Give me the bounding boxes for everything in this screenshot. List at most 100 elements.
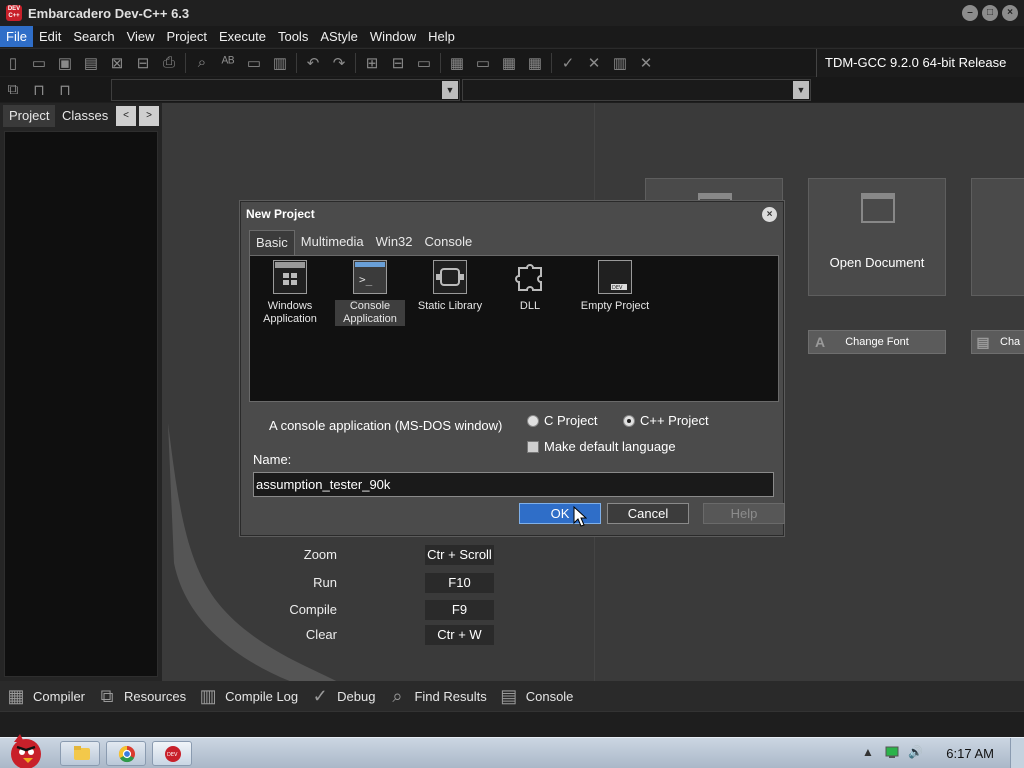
menu-astyle[interactable]: AStyle xyxy=(314,26,364,47)
taskbar: DEV ▲ 🔊 6:17 AM xyxy=(0,734,1024,768)
dock-resources[interactable]: ⧉ Resources xyxy=(91,681,192,711)
dock-console[interactable]: ▤ Console xyxy=(493,681,580,711)
save-icon[interactable]: ▣ xyxy=(52,51,78,75)
tray-expand-icon[interactable]: ▲ xyxy=(862,745,874,759)
minimize-button[interactable]: – xyxy=(962,5,978,21)
goto-line-icon[interactable]: ▭ xyxy=(241,51,267,75)
dll-puzzle-icon xyxy=(513,260,547,294)
shortcut-key: F9 xyxy=(425,600,494,620)
taskbar-devcpp[interactable]: DEV xyxy=(152,741,192,766)
delete-profile-icon[interactable]: ✕ xyxy=(633,51,659,75)
find-icon[interactable]: ⌕ xyxy=(189,51,215,75)
save-all-icon[interactable]: ▤ xyxy=(78,51,104,75)
compiler-select[interactable]: TDM-GCC 9.2.0 64-bit Release xyxy=(816,49,1024,77)
taskbar-chrome[interactable] xyxy=(106,741,146,766)
svg-text:DEV: DEV xyxy=(167,752,178,758)
menu-file[interactable]: File xyxy=(0,26,33,47)
volume-icon[interactable]: 🔊 xyxy=(908,745,923,759)
change-theme-button[interactable]: ▤ Cha xyxy=(971,330,1024,354)
run-icon[interactable]: ▭ xyxy=(470,51,496,75)
chevron-down-icon[interactable]: ▼ xyxy=(793,81,809,99)
static-library-icon xyxy=(433,260,467,294)
tab-win32[interactable]: Win32 xyxy=(370,230,419,254)
project-dll[interactable]: DLL xyxy=(495,260,565,326)
class-combo[interactable]: ▼ xyxy=(111,79,460,101)
project-empty-project[interactable]: DEV Empty Project xyxy=(575,260,655,326)
window-title: Embarcadero Dev-C++ 6.3 xyxy=(28,5,190,21)
menu-window[interactable]: Window xyxy=(364,26,422,47)
toggle-bookmark-icon[interactable]: ⊓ xyxy=(26,78,52,102)
close-all-icon[interactable]: ⊟ xyxy=(130,51,156,75)
dock-debug[interactable]: ✓ Debug xyxy=(304,681,381,711)
stop-execution-icon[interactable]: ✕ xyxy=(581,51,607,75)
tab-multimedia[interactable]: Multimedia xyxy=(295,230,370,254)
dock-compile-log[interactable]: ▥ Compile Log xyxy=(192,681,304,711)
show-desktop-button[interactable] xyxy=(1010,738,1024,768)
tab-project[interactable]: Project xyxy=(3,105,56,127)
maximize-button[interactable]: □ xyxy=(982,5,998,21)
shortcut-key: Ctr + Scroll xyxy=(425,545,494,565)
tab-console[interactable]: Console xyxy=(419,230,479,254)
dock-find-results[interactable]: ⌕ Find Results xyxy=(381,681,492,711)
c-project-radio[interactable]: C Project xyxy=(527,413,597,428)
folder-icon xyxy=(861,193,895,223)
title-bar: DEV C++ Embarcadero Dev-C++ 6.3 – □ × xyxy=(0,0,1024,26)
chevron-down-icon[interactable]: ▼ xyxy=(442,81,458,99)
menu-execute[interactable]: Execute xyxy=(213,26,272,47)
bookmark-toggle-icon[interactable]: ▥ xyxy=(267,51,293,75)
menu-bar: File Edit Search View Project Execute To… xyxy=(0,26,1024,47)
close-file-icon[interactable]: ⊠ xyxy=(104,51,130,75)
replace-icon[interactable]: ᴬᴮ xyxy=(215,51,241,75)
tab-scroll-left-button[interactable]: < xyxy=(116,106,136,126)
member-combo[interactable]: ▼ xyxy=(462,79,811,101)
open-folder-icon[interactable]: ▭ xyxy=(26,51,52,75)
compile-run-icon[interactable]: ▦ xyxy=(496,51,522,75)
project-console-application[interactable]: >_ Console Application xyxy=(335,260,405,326)
menu-tools[interactable]: Tools xyxy=(272,26,314,47)
syntax-check-icon[interactable]: ✓ xyxy=(555,51,581,75)
close-button[interactable]: × xyxy=(1002,5,1018,21)
rebuild-icon[interactable]: ▦ xyxy=(522,51,548,75)
dialog-close-button[interactable]: × xyxy=(762,207,777,222)
new-project-icon[interactable]: ⊞ xyxy=(359,51,385,75)
menu-view[interactable]: View xyxy=(121,26,161,47)
toolbar-separator xyxy=(440,52,441,73)
console-icon: ▤ xyxy=(500,686,518,706)
start-button-angry-bird-icon[interactable] xyxy=(4,732,44,768)
cancel-button[interactable]: Cancel xyxy=(607,503,689,524)
tab-scroll-right-button[interactable]: > xyxy=(139,106,159,126)
devcpp-app-icon: DEV C++ xyxy=(6,5,22,21)
network-icon[interactable] xyxy=(884,745,900,762)
tab-basic[interactable]: Basic xyxy=(249,230,295,256)
dock-compiler[interactable]: ▦ Compiler xyxy=(0,681,91,711)
menu-project[interactable]: Project xyxy=(161,26,213,47)
menu-search[interactable]: Search xyxy=(67,26,120,47)
print-icon[interactable]: ⎙ xyxy=(156,51,182,75)
new-file-icon[interactable]: ▯ xyxy=(0,51,26,75)
project-static-library[interactable]: Static Library xyxy=(415,260,485,326)
insert-code-icon[interactable]: ⧉ xyxy=(0,78,26,102)
project-name-input[interactable] xyxy=(253,472,774,497)
compile-icon[interactable]: ▦ xyxy=(444,51,470,75)
undo-icon[interactable]: ↶ xyxy=(300,51,326,75)
taskbar-explorer[interactable] xyxy=(60,741,100,766)
project-windows-application[interactable]: Windows Application xyxy=(255,260,325,326)
project-tree[interactable] xyxy=(4,131,158,677)
redo-icon[interactable]: ↷ xyxy=(326,51,352,75)
toolbar-separator xyxy=(296,52,297,73)
extra-tile[interactable] xyxy=(971,178,1024,296)
ok-button[interactable]: OK xyxy=(519,503,601,524)
make-default-checkbox[interactable]: Make default language xyxy=(527,439,676,454)
project-options-icon[interactable]: ▭ xyxy=(411,51,437,75)
goto-bookmark-icon[interactable]: ⊓ xyxy=(52,78,78,102)
change-font-button[interactable]: A Change Font xyxy=(808,330,946,354)
profile-icon[interactable]: ▥ xyxy=(607,51,633,75)
remove-from-project-icon[interactable]: ⊟ xyxy=(385,51,411,75)
menu-help[interactable]: Help xyxy=(422,26,461,47)
open-document-tile[interactable]: Open Document xyxy=(808,178,946,296)
tab-classes[interactable]: Classes xyxy=(56,105,114,127)
cpp-project-radio[interactable]: C++ Project xyxy=(623,413,709,428)
secondary-toolbar: ⧉ ⊓ ⊓ ▼ ▼ xyxy=(0,77,1024,102)
help-button[interactable]: Help xyxy=(703,503,785,524)
menu-edit[interactable]: Edit xyxy=(33,26,67,47)
